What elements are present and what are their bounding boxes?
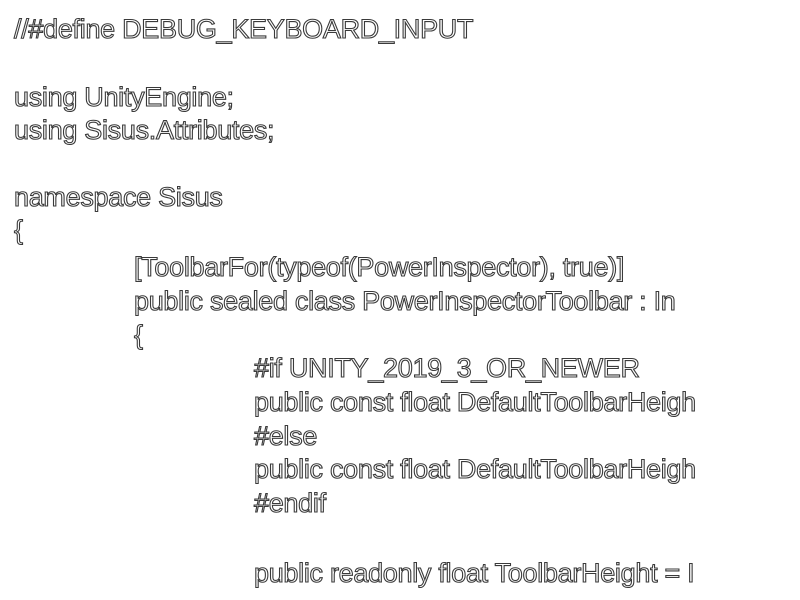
code-line-13[interactable]: #else bbox=[253, 419, 317, 453]
code-line-8[interactable]: [ToolbarFor(typeof(PowerInspector), true… bbox=[133, 250, 624, 284]
code-line-11[interactable]: #if UNITY_2019_3_OR_NEWER bbox=[253, 351, 640, 385]
code-line-10[interactable]: { bbox=[133, 318, 143, 352]
code-editor-view[interactable]: //#define DEBUG_KEYBOARD_INPUT using Uni… bbox=[0, 0, 800, 600]
code-line-4[interactable]: using Sisus.Attributes; bbox=[13, 113, 275, 147]
code-line-15[interactable]: #endif bbox=[253, 486, 326, 520]
code-line-1[interactable]: //#define DEBUG_KEYBOARD_INPUT bbox=[13, 12, 474, 46]
code-line-9[interactable]: public sealed class PowerInspectorToolba… bbox=[133, 284, 676, 318]
code-line-12[interactable]: public const float DefaultToolbarHeigh bbox=[253, 385, 696, 419]
code-line-14[interactable]: public const float DefaultToolbarHeigh bbox=[253, 452, 696, 486]
code-line-7[interactable]: { bbox=[13, 213, 23, 247]
code-line-6[interactable]: namespace Sisus bbox=[13, 180, 223, 214]
code-line-17[interactable]: public readonly float ToolbarHeight = I bbox=[253, 556, 695, 590]
code-line-3[interactable]: using UnityEngine; bbox=[13, 80, 234, 114]
